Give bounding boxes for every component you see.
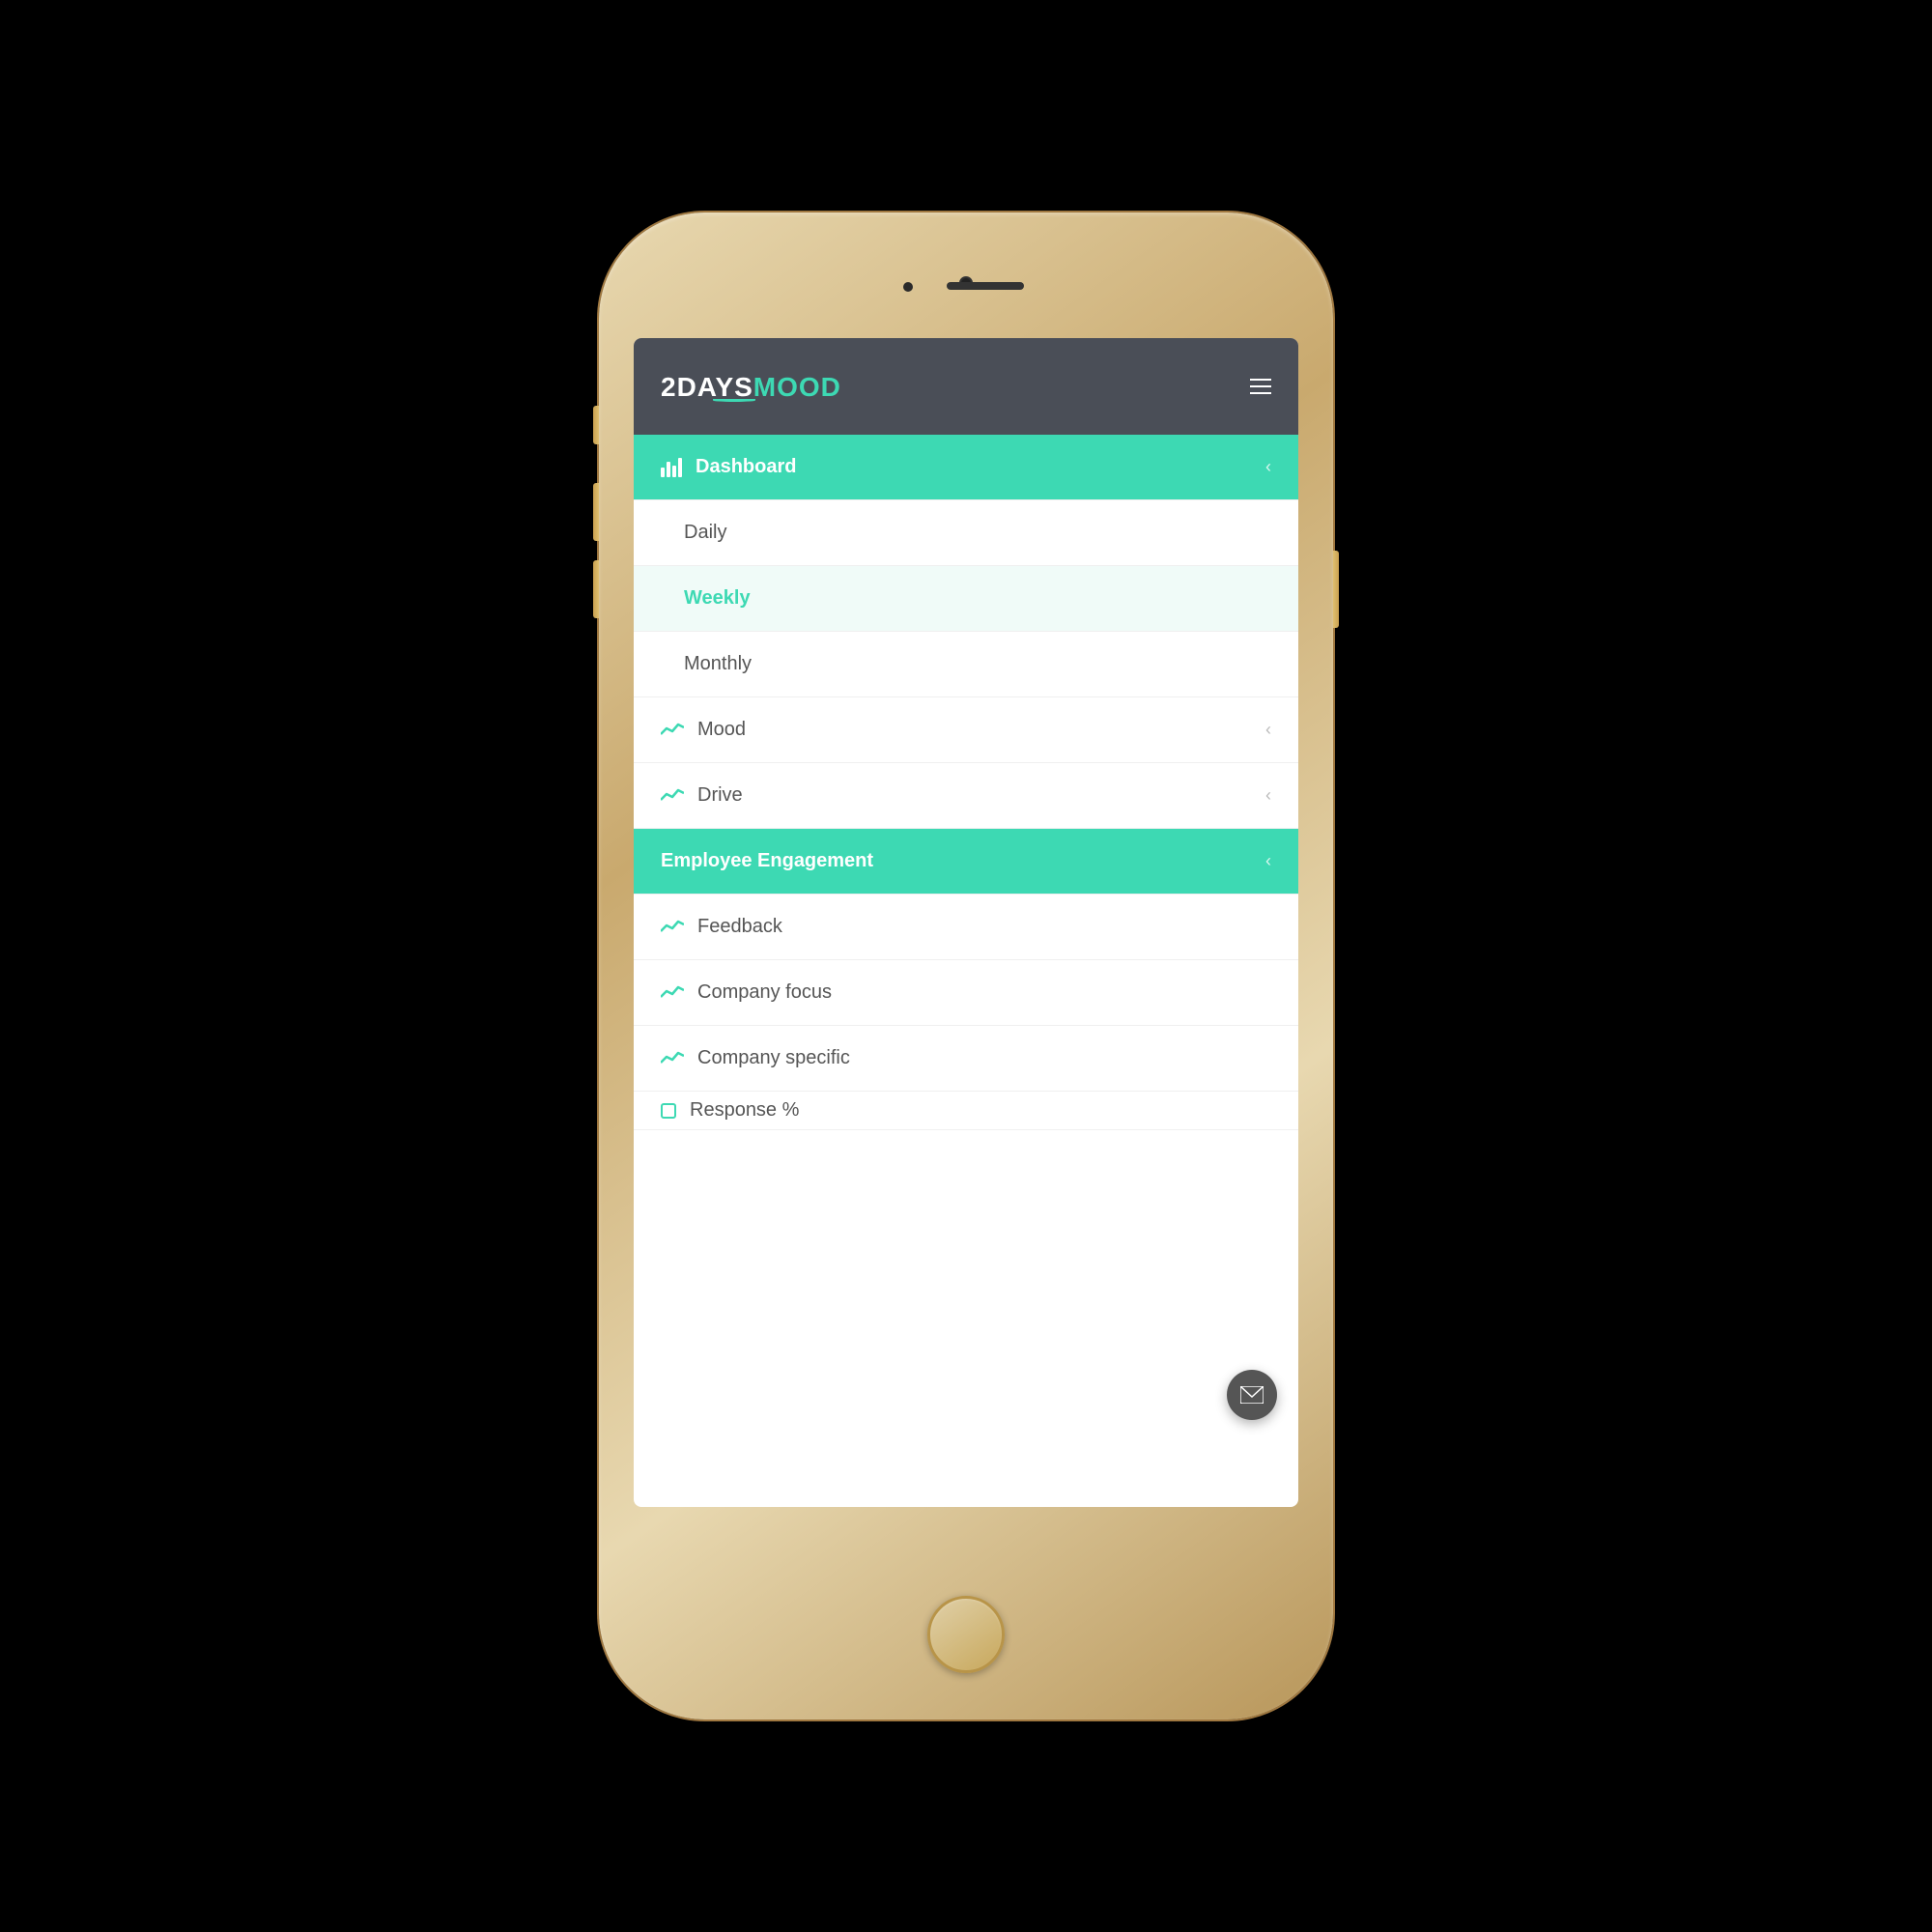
phone-device: 2DAYSMOOD bbox=[599, 213, 1333, 1719]
nav-item-weekly[interactable]: Weekly bbox=[634, 566, 1298, 632]
volume-down-button bbox=[593, 560, 599, 618]
hamburger-line-2 bbox=[1250, 385, 1271, 387]
nav-item-mood[interactable]: Mood ‹ bbox=[634, 697, 1298, 763]
dashboard-icon bbox=[661, 458, 682, 477]
nav-item-response-percent[interactable]: Response % bbox=[634, 1092, 1298, 1130]
app-logo: 2DAYSMOOD bbox=[661, 372, 841, 402]
monthly-label: Monthly bbox=[684, 653, 1271, 675]
nav-item-monthly[interactable]: Monthly bbox=[634, 632, 1298, 697]
mood-trend-icon bbox=[661, 723, 684, 738]
mute-button bbox=[593, 406, 599, 444]
response-label: Response % bbox=[690, 1099, 1271, 1122]
mood-label: Mood bbox=[697, 719, 1265, 741]
mail-fab-button[interactable] bbox=[1227, 1370, 1277, 1420]
employee-engagement-chevron: ‹ bbox=[1265, 851, 1271, 871]
phone-speaker bbox=[947, 282, 1024, 290]
volume-up-button bbox=[593, 483, 599, 541]
mood-chevron: ‹ bbox=[1265, 720, 1271, 740]
power-button bbox=[1333, 551, 1339, 628]
nav-item-dashboard[interactable]: Dashboard ‹ bbox=[634, 435, 1298, 500]
company-specific-label: Company specific bbox=[697, 1047, 1271, 1069]
weekly-label: Weekly bbox=[684, 587, 1271, 610]
dashboard-label: Dashboard bbox=[696, 456, 1265, 478]
home-button[interactable] bbox=[927, 1596, 1005, 1673]
nav-item-company-specific[interactable]: Company specific bbox=[634, 1026, 1298, 1092]
company-focus-label: Company focus bbox=[697, 981, 1271, 1004]
app-header: 2DAYSMOOD bbox=[634, 338, 1298, 435]
hamburger-line-3 bbox=[1250, 392, 1271, 394]
logo-text: 2DAYSMOOD bbox=[661, 372, 841, 402]
drive-label: Drive bbox=[697, 784, 1265, 807]
dashboard-chevron: ‹ bbox=[1265, 457, 1271, 477]
logo-suffix: MOOD bbox=[753, 372, 841, 402]
nav-item-feedback[interactable]: Feedback bbox=[634, 895, 1298, 960]
hamburger-line-1 bbox=[1250, 379, 1271, 381]
daily-label: Daily bbox=[684, 522, 1271, 544]
logo-prefix: 2DAYS bbox=[661, 372, 753, 402]
menu-list: Dashboard ‹ Daily Weekly Monthly bbox=[634, 435, 1298, 1507]
nav-item-company-focus[interactable]: Company focus bbox=[634, 960, 1298, 1026]
nav-item-employee-engagement[interactable]: Employee Engagement ‹ bbox=[634, 829, 1298, 895]
feedback-label: Feedback bbox=[697, 916, 1271, 938]
feedback-trend-icon bbox=[661, 920, 684, 935]
front-sensor bbox=[903, 282, 913, 292]
nav-item-daily[interactable]: Daily bbox=[634, 500, 1298, 566]
drive-trend-icon bbox=[661, 788, 684, 804]
response-checkbox-icon bbox=[661, 1103, 676, 1119]
company-focus-trend-icon bbox=[661, 985, 684, 1001]
hamburger-menu-button[interactable] bbox=[1250, 379, 1271, 394]
drive-chevron: ‹ bbox=[1265, 785, 1271, 806]
nav-item-drive[interactable]: Drive ‹ bbox=[634, 763, 1298, 829]
employee-engagement-label: Employee Engagement bbox=[661, 850, 1265, 872]
company-specific-trend-icon bbox=[661, 1051, 684, 1066]
phone-screen: 2DAYSMOOD bbox=[634, 338, 1298, 1507]
